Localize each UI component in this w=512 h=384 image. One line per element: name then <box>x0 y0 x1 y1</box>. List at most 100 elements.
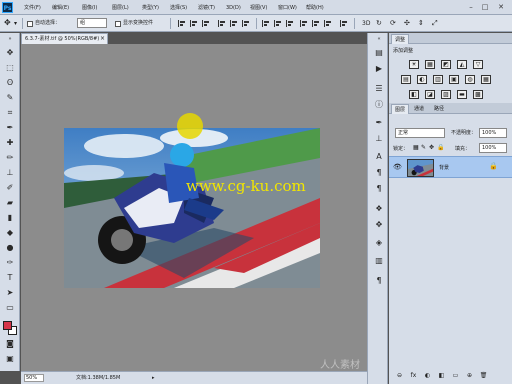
brightness-contrast-icon[interactable]: ☀ <box>409 60 419 69</box>
maximize-button[interactable]: □ <box>480 2 490 12</box>
history-panel-icon[interactable]: ▤ <box>373 47 385 59</box>
align-vcenter-icon[interactable] <box>190 20 198 27</box>
black-white-icon[interactable]: ▥ <box>433 75 443 84</box>
auto-select-checkbox[interactable] <box>27 21 33 27</box>
auto-select-dropdown[interactable]: 组 <box>77 18 107 28</box>
photo-filter-icon[interactable]: ▣ <box>449 75 459 84</box>
3d-scale-icon[interactable]: ⤢ <box>432 19 438 28</box>
lasso-tool-icon[interactable]: ʘ <box>3 76 17 89</box>
menu-edit[interactable]: 编辑(E) <box>52 3 69 13</box>
blur-tool-icon[interactable]: ◆ <box>3 226 17 239</box>
selective-color-icon[interactable]: ▩ <box>473 90 483 99</box>
menu-3d[interactable]: 3D(D) <box>226 3 241 13</box>
color-lookup-icon[interactable]: ▦ <box>481 75 491 84</box>
healing-brush-tool-icon[interactable]: ✚ <box>3 136 17 149</box>
threshold-icon[interactable]: ▨ <box>441 90 451 99</box>
link-layers-icon[interactable]: ⊖ <box>395 371 404 380</box>
exposure-icon[interactable]: ◭ <box>457 60 467 69</box>
distribute-vcenter-icon[interactable] <box>274 20 282 27</box>
crop-tool-icon[interactable]: ⌗ <box>3 106 17 119</box>
move-tool-icon[interactable]: ✥ <box>4 18 11 27</box>
status-menu-arrow-icon[interactable]: ▸ <box>152 374 155 382</box>
3d-panel-icon[interactable]: ◈ <box>373 237 385 249</box>
lock-all-icon[interactable]: 🔒 <box>437 144 444 151</box>
tool-presets-icon[interactable]: ✥ <box>373 219 385 231</box>
document-info[interactable]: 文档:1.38M/1.85M <box>76 374 120 382</box>
new-layer-icon[interactable]: ⊕ <box>465 371 474 380</box>
menu-help[interactable]: 帮助(H) <box>306 3 324 13</box>
menu-view[interactable]: 视图(V) <box>250 3 267 13</box>
adjustment-layer-icon[interactable]: ◧ <box>437 371 446 380</box>
info-panel-icon[interactable]: ⓘ <box>373 99 385 111</box>
actions-panel-icon[interactable]: ▶ <box>373 63 385 75</box>
menu-image[interactable]: 图像(I) <box>82 3 97 13</box>
distribute-left-icon[interactable] <box>300 20 308 27</box>
notes-panel-icon[interactable]: ▥ <box>373 255 385 267</box>
eyedropper-tool-icon[interactable]: ✒ <box>3 121 17 134</box>
align-left-icon[interactable] <box>218 20 226 27</box>
collapse-dock-icon[interactable]: « <box>373 35 385 43</box>
menu-type[interactable]: 类型(Y) <box>142 3 159 13</box>
lock-pixels-icon[interactable]: ✎ <box>421 144 426 151</box>
distribute-bottom-icon[interactable] <box>286 20 294 27</box>
menu-file[interactable]: 文件(F) <box>24 3 41 13</box>
properties-panel-icon[interactable]: ☰ <box>373 83 385 95</box>
tab-layers[interactable]: 图层 <box>391 104 410 114</box>
menu-window[interactable]: 窗口(W) <box>278 3 297 13</box>
3d-drag-icon[interactable]: ✣ <box>404 19 410 28</box>
align-bottom-icon[interactable] <box>202 20 210 27</box>
show-transform-checkbox[interactable] <box>115 21 121 27</box>
tab-channels[interactable]: 通道 <box>411 104 427 114</box>
opacity-field[interactable]: 100% <box>479 128 507 138</box>
fill-field[interactable]: 100% <box>479 143 507 153</box>
align-right-icon[interactable] <box>242 20 250 27</box>
tab-paths[interactable]: 路径 <box>431 104 447 114</box>
quick-mask-icon[interactable]: ◙ <box>3 337 17 350</box>
visibility-eye-icon[interactable]: 👁 <box>393 163 402 171</box>
new-group-icon[interactable]: ▭ <box>451 371 460 380</box>
minimize-button[interactable]: – <box>466 2 476 12</box>
clone-source-icon[interactable]: ⊥ <box>373 133 385 145</box>
delete-layer-icon[interactable]: 🗑 <box>479 371 488 380</box>
menu-select[interactable]: 选择(S) <box>170 3 187 13</box>
clone-stamp-tool-icon[interactable]: ⊥ <box>3 166 17 179</box>
channel-mixer-icon[interactable]: ◍ <box>465 75 475 84</box>
layer-style-icon[interactable]: fx <box>409 371 418 380</box>
eraser-tool-icon[interactable]: ▰ <box>3 196 17 209</box>
tool-preset-arrow-icon[interactable]: ▾ <box>14 19 17 28</box>
canvas-area[interactable]: www.cg-ku.com <box>21 44 367 371</box>
gradient-map-icon[interactable]: ▬ <box>457 90 467 99</box>
distribute-top-icon[interactable] <box>262 20 270 27</box>
3d-roll-icon[interactable]: ⟳ <box>390 19 396 28</box>
menu-layer[interactable]: 图层(L) <box>112 3 129 13</box>
collapse-tools-icon[interactable]: » <box>3 35 17 43</box>
align-top-icon[interactable] <box>178 20 186 27</box>
blend-mode-select[interactable]: 正常 <box>395 128 445 138</box>
marquee-tool-icon[interactable]: ⬚ <box>3 61 17 74</box>
glyphs-panel-icon[interactable]: ¶ <box>373 183 385 195</box>
character-panel-icon[interactable]: A <box>373 151 385 163</box>
brush-panel-icon[interactable]: ✒ <box>373 117 385 129</box>
lock-transparent-icon[interactable]: ▦ <box>413 144 419 151</box>
history-brush-tool-icon[interactable]: ✐ <box>3 181 17 194</box>
foreground-color-swatch[interactable] <box>3 321 12 330</box>
timeline-panel-icon[interactable]: ¶ <box>373 275 385 287</box>
layer-row-background[interactable]: 👁 背景 🔒 <box>389 156 512 178</box>
tab-adjustments[interactable]: 调整 <box>391 34 410 44</box>
menu-filter[interactable]: 滤镜(T) <box>198 3 215 13</box>
shape-tool-icon[interactable]: ▭ <box>3 301 17 314</box>
lock-position-icon[interactable]: ✥ <box>429 144 434 151</box>
type-tool-icon[interactable]: T <box>3 271 17 284</box>
dodge-tool-icon[interactable]: ● <box>3 241 17 254</box>
distribute-right-icon[interactable] <box>324 20 332 27</box>
posterize-icon[interactable]: ◪ <box>425 90 435 99</box>
gradient-tool-icon[interactable]: ▮ <box>3 211 17 224</box>
document-tab[interactable]: 6.3.7-素材.tif @ 50%(RGB/8#) × <box>21 33 108 44</box>
move-tool-icon[interactable]: ✥ <box>3 46 17 59</box>
hue-saturation-icon[interactable]: ▤ <box>401 75 411 84</box>
distribute-hcenter-icon[interactable] <box>312 20 320 27</box>
layer-comps-icon[interactable]: ❖ <box>373 203 385 215</box>
close-button[interactable]: ✕ <box>496 2 506 12</box>
motorcycle-photo[interactable] <box>64 128 320 288</box>
color-balance-icon[interactable]: ◐ <box>417 75 427 84</box>
